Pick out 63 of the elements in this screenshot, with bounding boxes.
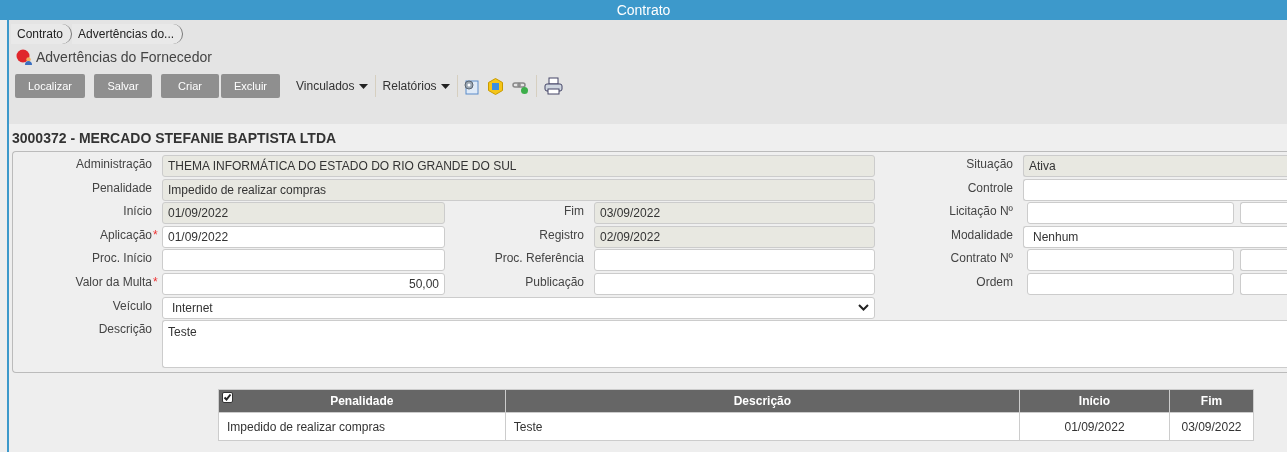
breadcrumb-tab[interactable]: Contrato xyxy=(11,24,73,44)
hexagon-icon[interactable] xyxy=(486,77,504,95)
chevron-down-icon xyxy=(858,304,869,312)
window-title: Contrato xyxy=(0,0,1287,20)
warning-user-icon xyxy=(16,49,33,65)
readonly-field: Impedido de realizar compras xyxy=(162,178,875,201)
input-field[interactable] xyxy=(1240,272,1287,295)
field-label: Fim xyxy=(564,204,584,219)
input-field[interactable]: 50,00 xyxy=(162,272,445,295)
field-label: Veículo xyxy=(112,298,152,313)
table-cell: Impedido de realizar compras xyxy=(218,412,506,441)
readonly-field: 02/09/2022 xyxy=(594,225,875,248)
column-header: Penalidade xyxy=(218,389,506,413)
readonly-field: 03/09/2022 xyxy=(594,202,875,225)
input-field[interactable] xyxy=(1027,202,1234,225)
readonly-field: Ativa xyxy=(1023,155,1287,177)
breadcrumb-tab[interactable]: Advertências do... xyxy=(72,24,184,44)
field-label: Proc. Início xyxy=(91,251,152,266)
table-cell: 01/09/2022 xyxy=(1019,412,1170,441)
field-label: Proc. Referência xyxy=(494,251,584,266)
caret-icon xyxy=(440,83,450,89)
caret-icon xyxy=(358,83,368,89)
input-field[interactable] xyxy=(162,249,445,272)
field-label: Licitação Nº xyxy=(949,204,1013,219)
text-area[interactable]: Teste xyxy=(162,320,1287,369)
select-all-checkbox[interactable] xyxy=(222,392,233,404)
field-label: Registro xyxy=(539,227,584,242)
input-field[interactable] xyxy=(1240,249,1287,272)
printer-icon[interactable] xyxy=(543,77,563,95)
field-label: Início xyxy=(123,204,152,219)
input-field[interactable] xyxy=(1027,272,1234,295)
page-title: Advertências do Fornecedor xyxy=(36,49,212,65)
column-header: Descrição xyxy=(505,389,1020,413)
field-label: Controle xyxy=(967,180,1013,195)
input-field[interactable] xyxy=(1023,178,1287,201)
menu-button[interactable]: Vinculados xyxy=(289,75,376,97)
input-field[interactable] xyxy=(594,249,875,272)
input-field[interactable] xyxy=(1027,249,1234,272)
dropdown-field[interactable]: Internet xyxy=(162,296,875,319)
field-label: Valor da Multa xyxy=(75,274,152,289)
input-field[interactable] xyxy=(594,272,875,295)
required-mark: * xyxy=(153,227,158,242)
field-label: Publicação xyxy=(525,274,584,289)
menu-button[interactable]: Relatórios xyxy=(375,75,458,97)
input-field[interactable] xyxy=(1240,202,1287,225)
field-label: Aplicação xyxy=(99,227,152,242)
field-label: Modalidade xyxy=(950,227,1013,242)
field-label: Ordem xyxy=(976,274,1013,289)
required-mark: * xyxy=(153,274,158,289)
field-label: Descrição xyxy=(98,322,152,337)
table-cell: Teste xyxy=(505,412,1020,441)
readonly-field: 01/09/2022 xyxy=(162,202,445,225)
table-cell: 03/09/2022 xyxy=(1169,412,1254,441)
dropdown-field[interactable]: Nenhum xyxy=(1023,225,1287,248)
column-header: Fim xyxy=(1169,389,1254,413)
column-header: Início xyxy=(1019,389,1170,413)
field-label: Contrato Nº xyxy=(950,251,1013,266)
field-label: Situação xyxy=(966,157,1013,171)
field-label: Administração xyxy=(75,157,152,171)
gear-document-icon[interactable] xyxy=(461,77,479,95)
field-label: Penalidade xyxy=(91,180,152,195)
input-field[interactable]: 01/09/2022 xyxy=(162,225,445,248)
readonly-field: THEMA INFORMÁTICA DO ESTADO DO RIO GRANDE DO SUL xyxy=(162,155,875,177)
